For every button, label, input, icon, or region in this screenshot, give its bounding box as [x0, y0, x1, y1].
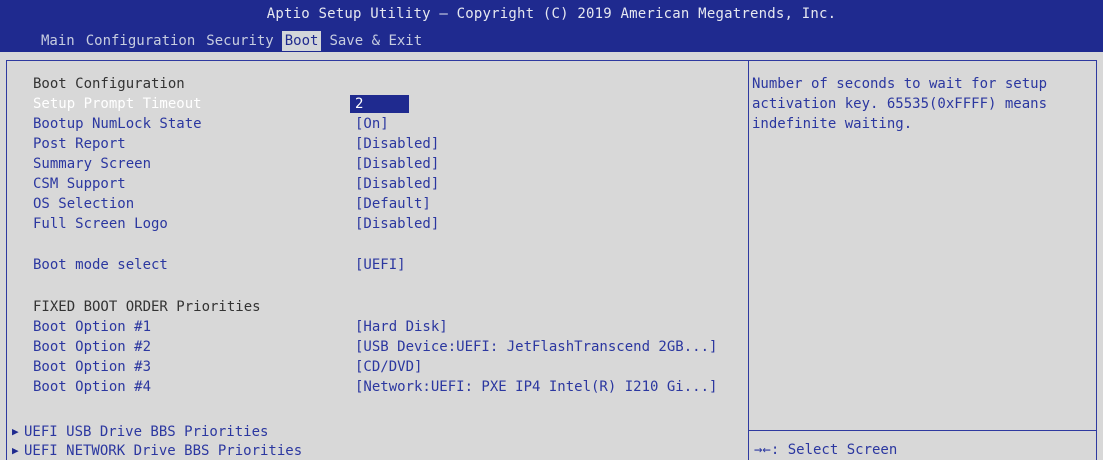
boot-option-2-row[interactable]: Boot Option #2 [USB Device:UEFI: JetFlas… — [0, 337, 717, 357]
frame-right-border — [1096, 60, 1097, 460]
timeout-input[interactable]: 2 — [350, 95, 409, 113]
section-fixed-boot-order: FIXED BOOT ORDER Priorities — [0, 297, 261, 317]
setting-value[interactable]: [On] — [355, 114, 389, 134]
submenu-arrow-icon: ▶ — [12, 444, 19, 457]
app-title: Aptio Setup Utility – Copyright (C) 2019… — [266, 6, 837, 22]
boot-option-value[interactable]: [Hard Disk] — [355, 317, 448, 337]
setting-row-numlock-state[interactable]: Bootup NumLock State [On] — [0, 114, 389, 134]
submenu-uefi-network-drive-bbs[interactable]: ▶ UEFI NETWORK Drive BBS Priorities — [0, 441, 302, 460]
setting-row-full-screen-logo[interactable]: Full Screen Logo [Disabled] — [0, 214, 439, 234]
boot-option-1-row[interactable]: Boot Option #1 [Hard Disk] — [0, 317, 448, 337]
boot-option-label: Boot Option #4 — [33, 379, 152, 395]
setting-label: Setup Prompt Timeout — [33, 96, 202, 112]
boot-option-value[interactable]: [Network:UEFI: PXE IP4 Intel(R) I210 Gi.… — [355, 377, 717, 397]
boot-option-3-row[interactable]: Boot Option #3 [CD/DVD] — [0, 357, 422, 377]
header-bar: Aptio Setup Utility – Copyright (C) 2019… — [0, 0, 1103, 52]
submenu-uefi-usb-drive-bbs[interactable]: ▶ UEFI USB Drive BBS Priorities — [0, 422, 268, 442]
boot-option-label: Boot Option #3 — [33, 359, 152, 375]
submenu-label: UEFI USB Drive BBS Priorities — [24, 424, 269, 440]
panel-divider — [748, 60, 749, 460]
setting-row-os-selection[interactable]: OS Selection [Default] — [0, 194, 431, 214]
tab-configuration[interactable]: Configuration — [83, 31, 199, 51]
setting-row-csm-support[interactable]: CSM Support [Disabled] — [0, 174, 439, 194]
frame-top-border — [6, 60, 1096, 61]
boot-option-value[interactable]: [CD/DVD] — [355, 357, 422, 377]
setting-value[interactable]: [UEFI] — [355, 255, 406, 275]
setting-label: Bootup NumLock State — [33, 116, 202, 132]
help-divider — [748, 430, 1096, 431]
setting-row-post-report[interactable]: Post Report [Disabled] — [0, 134, 439, 154]
section-boot-configuration: Boot Configuration — [0, 74, 185, 94]
setting-label: Summary Screen — [33, 156, 152, 172]
setting-value[interactable]: [Disabled] — [355, 154, 439, 174]
tab-bar: Main Configuration Security Boot Save & … — [38, 31, 430, 51]
bios-window: Aptio Setup Utility – Copyright (C) 2019… — [0, 0, 1103, 460]
setting-value[interactable]: [Default] — [355, 194, 431, 214]
tab-boot[interactable]: Boot — [281, 31, 322, 51]
setting-row-boot-mode-select[interactable]: Boot mode select [UEFI] — [0, 255, 406, 275]
section-title: FIXED BOOT ORDER Priorities — [33, 299, 261, 315]
section-title: Boot Configuration — [33, 76, 185, 92]
help-text: Number of seconds to wait for setup acti… — [752, 76, 1048, 132]
setting-value[interactable]: [Disabled] — [355, 174, 439, 194]
setting-label: Boot mode select — [33, 257, 168, 273]
key-hint-select-screen: →←: Select Screen — [754, 442, 898, 458]
setting-value[interactable]: [Disabled] — [355, 214, 439, 234]
submenu-arrow-icon: ▶ — [12, 425, 19, 438]
submenu-label: UEFI NETWORK Drive BBS Priorities — [24, 443, 303, 459]
tab-save-exit[interactable]: Save & Exit — [326, 31, 425, 51]
boot-option-label: Boot Option #2 — [33, 339, 152, 355]
setting-value[interactable]: [Disabled] — [355, 134, 439, 154]
tab-main[interactable]: Main — [38, 31, 78, 51]
boot-option-value[interactable]: [USB Device:UEFI: JetFlashTranscend 2GB.… — [355, 337, 717, 357]
setting-label: Full Screen Logo — [33, 216, 168, 232]
setting-label: CSM Support — [33, 176, 126, 192]
setting-row-setup-prompt-timeout[interactable]: Setup Prompt Timeout 2 — [0, 94, 409, 114]
setting-label: Post Report — [33, 136, 126, 152]
tab-security[interactable]: Security — [203, 31, 276, 51]
setting-row-summary-screen[interactable]: Summary Screen [Disabled] — [0, 154, 439, 174]
boot-option-4-row[interactable]: Boot Option #4 [Network:UEFI: PXE IP4 In… — [0, 377, 717, 397]
boot-option-label: Boot Option #1 — [33, 319, 152, 335]
setting-label: OS Selection — [33, 196, 135, 212]
